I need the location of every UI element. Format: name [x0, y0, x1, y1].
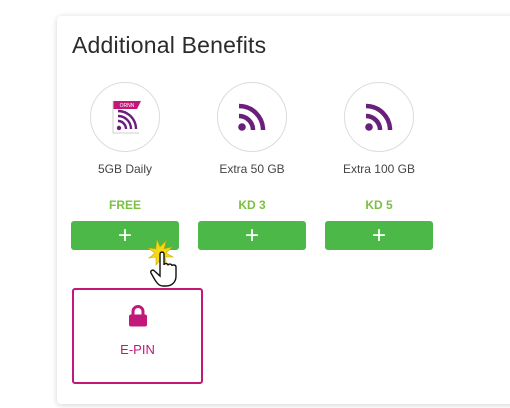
- benefit-item-extra-100gb: Extra 100 GB KD 5 +: [325, 82, 433, 250]
- benefit-name: Extra 50 GB: [219, 162, 285, 176]
- benefit-icon-circle: ORNN: [90, 82, 160, 152]
- wifi-icon: [238, 103, 266, 131]
- wifi-badge-icon: ORNN: [112, 101, 141, 134]
- hand-pointer-icon: [147, 238, 177, 287]
- svg-text:ORNN: ORNN: [120, 103, 135, 109]
- benefit-price: KD 3: [238, 198, 266, 212]
- benefit-name: 5GB Daily: [97, 162, 153, 176]
- epin-label: E-PIN: [120, 342, 155, 357]
- epin-tile[interactable]: E-PIN: [72, 288, 203, 384]
- benefit-name: Extra 100 GB: [342, 162, 416, 176]
- add-benefit-button[interactable]: +: [325, 221, 433, 250]
- wifi-icon: [365, 103, 393, 131]
- add-benefit-button[interactable]: +: [198, 221, 306, 250]
- benefit-icon-circle: [344, 82, 414, 152]
- benefit-price: KD 5: [365, 198, 393, 212]
- lock-icon: [128, 305, 147, 327]
- additional-benefits-card: Additional Benefits ORNN 5GB Daily FREE …: [57, 16, 510, 404]
- benefit-price: FREE: [108, 198, 141, 212]
- benefit-item-5gb-daily: ORNN 5GB Daily FREE +: [71, 82, 179, 250]
- section-title: Additional Benefits: [72, 32, 267, 58]
- benefit-item-extra-50gb: Extra 50 GB KD 3 +: [198, 82, 306, 250]
- benefit-icon-circle: [217, 82, 287, 152]
